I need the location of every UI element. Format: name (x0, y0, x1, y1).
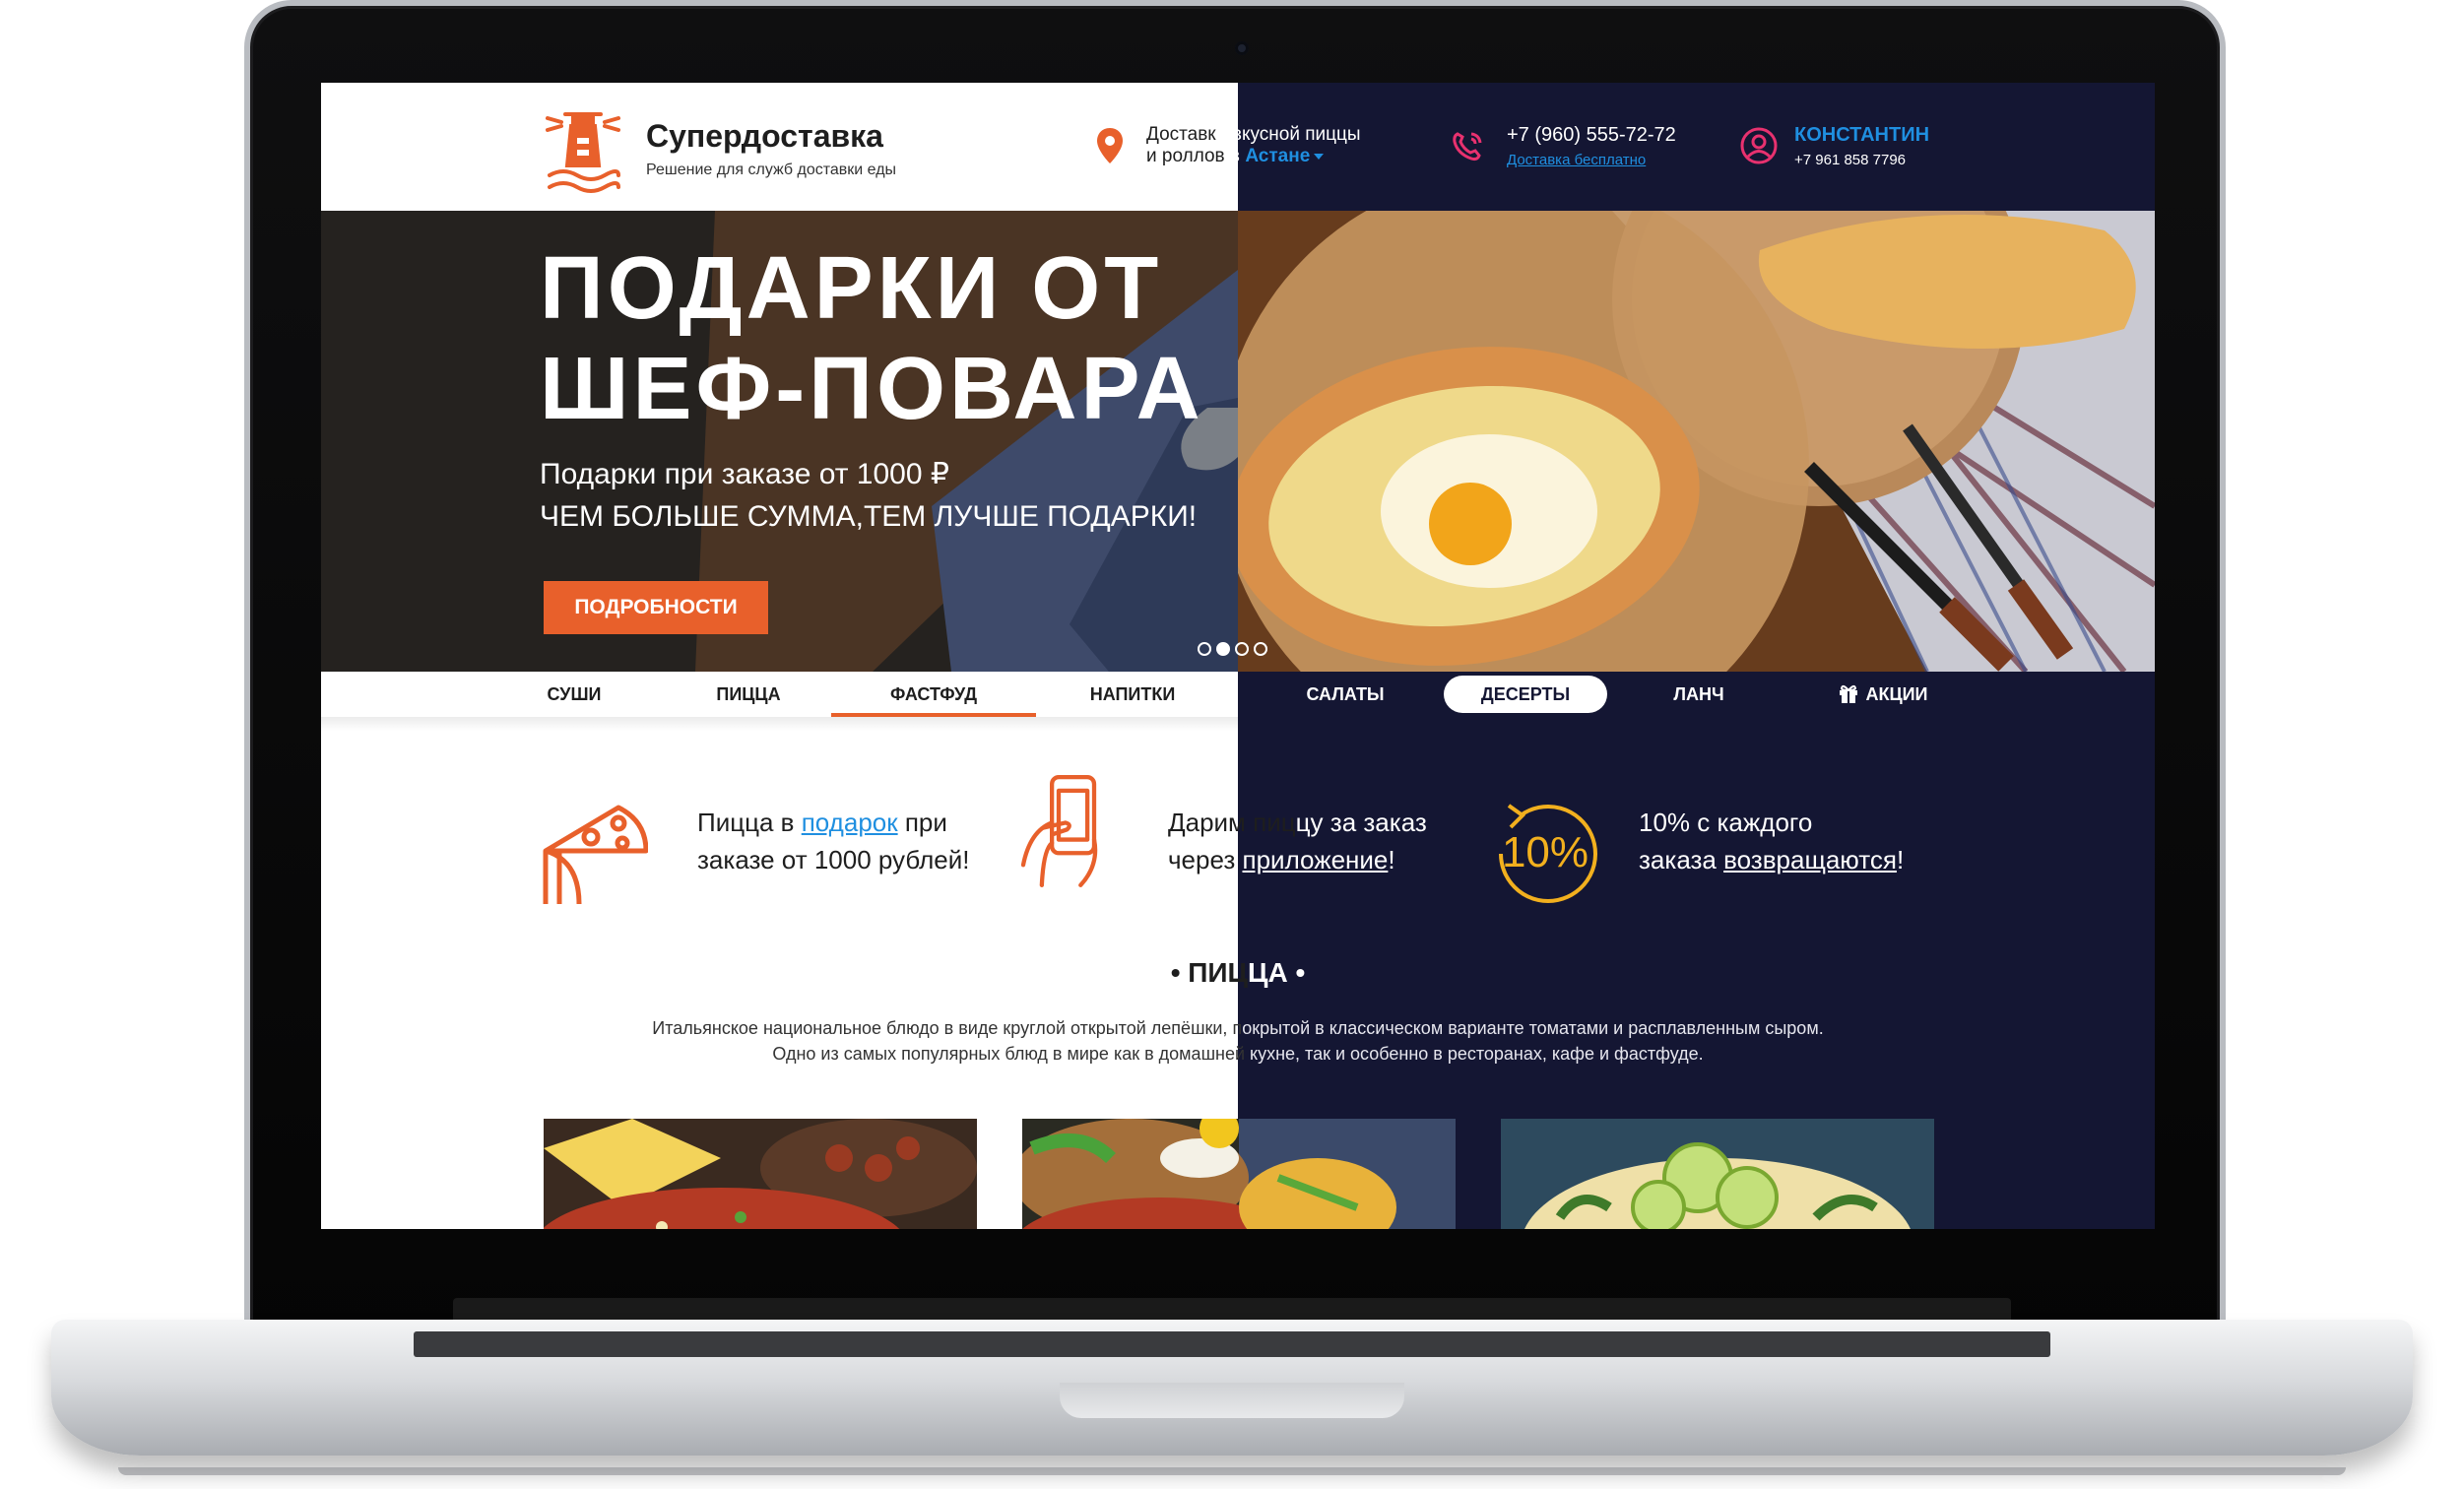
app-link[interactable]: приложение (1243, 845, 1389, 874)
hero-subtitle-2: ЧЕМ БОЛЬШЕ СУММА,ТЕМ ЛУЧШЕ ПОДАРКИ! (540, 500, 1198, 533)
pizza-slice-icon (543, 805, 648, 905)
nav-shadow (321, 717, 1238, 731)
nav-item-pizza[interactable]: ПИЦЦА (680, 672, 817, 717)
nav-item-drinks[interactable]: НАПИТКИ (1054, 672, 1211, 717)
section-title-left: • ПИЦ (1170, 957, 1249, 988)
user-phone: +7 961 858 7796 (1794, 152, 1907, 168)
desc-2-right: кухне, так и особенно в ресторанах, кафе… (1245, 1044, 1704, 1064)
product-card-2[interactable] (1022, 1119, 1456, 1229)
cashback-link[interactable]: возвращаются (1723, 845, 1897, 874)
phone-in-hand-icon (1020, 775, 1098, 887)
location-pin-icon (1097, 128, 1123, 163)
feature-3-end: ! (1896, 845, 1905, 874)
hero-title-line1: ПОДАРКИ ОТ (540, 239, 1163, 338)
section-title-right: ЦА • (1248, 957, 1306, 988)
feature-gift-pizza: Пицца в подарок при заказе от 1000 рубле… (697, 804, 969, 878)
section-description-1: Итальянское национальное блюдо в виде кр… (321, 1018, 2155, 1039)
category-nav: СУШИ ПИЦЦА ФАСТФУД НАПИТКИ САЛАТЫ ДЕСЕРТ… (321, 672, 2155, 717)
slider-dot-1[interactable] (1198, 642, 1211, 656)
food-photo-3 (1501, 1119, 1934, 1229)
keyboard-edge (414, 1331, 2050, 1357)
section-title: • ПИЦЦА • (321, 957, 2155, 989)
food-photo-1 (544, 1119, 977, 1229)
phone-icon (1453, 132, 1482, 162)
nav-item-salads[interactable]: САЛАТЫ (1266, 672, 1424, 717)
gift-icon (1840, 684, 1858, 703)
feature-app: Дарим пиццу за заказ через приложение! (1168, 808, 1427, 874)
phone-number[interactable]: +7 (960) 555-72-72 (1507, 124, 1676, 147)
camera (1235, 41, 1249, 55)
nav-item-promo-label: АКЦИИ (1865, 684, 1928, 704)
details-button[interactable]: ПОДРОБНОСТИ (544, 581, 768, 634)
site-header: Супердоставка Решение для служб доставки… (321, 83, 2155, 211)
city-selector[interactable]: Астане (1245, 146, 1310, 166)
desc-1-left: Итальянское национальное блюдо в виде кр… (652, 1018, 1243, 1038)
desc-2-left: Одно из самых популярных блюд в мире как… (772, 1044, 1246, 1064)
hero-title: ПОДАРКИ ОТ ШЕФ-ПОВАРА (540, 238, 1204, 439)
slider-dot-2[interactable] (1216, 642, 1230, 656)
screen: Супердоставка Решение для служб доставки… (321, 83, 2155, 1229)
product-card-3[interactable] (1501, 1119, 1934, 1229)
hero-food-photo (1218, 211, 2155, 672)
delivery-free-link[interactable]: Доставка бесплатно (1507, 152, 1646, 168)
delivery-line1-right: а вкусной пиццы (1216, 124, 1361, 145)
feature-1-text: Пицца в (697, 808, 802, 837)
lighthouse-icon[interactable] (544, 104, 622, 195)
cashback-icon: 10% (1499, 804, 1597, 903)
nav-item-fastfood[interactable]: ФАСТФУД (831, 672, 1036, 717)
gift-link[interactable]: подарок (802, 808, 898, 837)
feature-2-end: ! (1388, 845, 1395, 874)
feature-cashback: 10% с каждого заказа возвращаются! (1639, 804, 1904, 878)
hero-subtitle-1: Подарки при заказе от 1000 ₽ (540, 458, 949, 490)
feature-3-pre: заказа (1639, 845, 1724, 874)
desc-1-right: окрытой в классическом варианте томатами… (1242, 1018, 1824, 1038)
chevron-down-icon[interactable] (1314, 153, 1325, 160)
nav-item-sushi[interactable]: СУШИ (514, 672, 634, 717)
user-icon[interactable] (1739, 126, 1779, 165)
hero-slider[interactable]: ПОДАРКИ ОТ ШЕФ-ПОВАРА Подарки при заказе… (321, 211, 2155, 672)
product-card-1[interactable] (544, 1119, 977, 1229)
user-name[interactable]: КОНСТАНТИН (1794, 124, 1929, 147)
nav-item-promo[interactable]: АКЦИИ (1814, 672, 1952, 717)
base-edge (118, 1467, 2346, 1475)
slider-dots (1198, 642, 1267, 656)
nav-item-desserts[interactable]: ДЕСЕРТЫ (1444, 676, 1607, 713)
feature-3-line1: 10% с каждого (1639, 808, 1813, 837)
brand-tagline: Решение для служб доставки еды (646, 162, 897, 178)
slider-dot-3[interactable] (1235, 642, 1249, 656)
brand-name[interactable]: Супердоставка (646, 118, 883, 155)
khachapuri-photo (1218, 211, 2155, 672)
section-description-2: Одно из самых популярных блюд в мире как… (321, 1044, 2155, 1065)
food-photo-2 (1022, 1119, 1456, 1229)
delivery-line1-left: Доставк (1146, 124, 1217, 145)
delivery-line2-left: и роллов (1146, 146, 1225, 166)
lid-notch (1060, 1383, 1404, 1418)
feature-1-text-end: при (897, 808, 947, 837)
delivery-info: Доставка вкусной пиццы и роллов в Астане (1146, 124, 1361, 166)
slider-dot-4[interactable] (1254, 642, 1267, 656)
hero-title-line2: ШЕФ-ПОВАРА (540, 340, 1204, 438)
cashback-badge: 10% (1502, 828, 1589, 876)
feature-1-line2: заказе от 1000 рублей! (697, 845, 970, 874)
nav-item-lunch[interactable]: ЛАНЧ (1635, 672, 1763, 717)
